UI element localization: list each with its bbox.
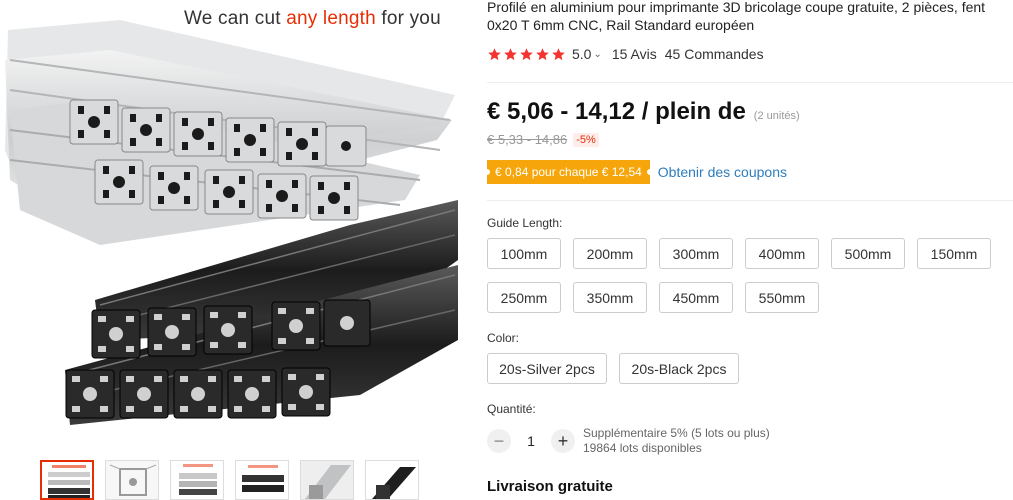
- product-title-line-1: Profilé en aluminium pour imprimante 3D …: [487, 0, 986, 15]
- divider: [487, 200, 1013, 201]
- rating-row: 5.0 ⌄ 15 Avis 45 Commandes: [487, 46, 764, 62]
- quantity-minus-button[interactable]: −: [487, 429, 511, 453]
- color-label: Color:: [487, 331, 520, 345]
- rating-score[interactable]: 5.0: [572, 46, 591, 62]
- rating-stars[interactable]: [487, 47, 566, 62]
- color-option-silver[interactable]: 20s-Silver 2pcs: [487, 353, 607, 384]
- thumbnail-4[interactable]: [235, 460, 289, 500]
- guide-length-option-150mm[interactable]: 150mm: [917, 238, 991, 269]
- color-option-black[interactable]: 20s-Black 2pcs: [619, 353, 739, 384]
- chevron-down-icon[interactable]: ⌄: [593, 49, 601, 60]
- guide-length-option-200mm[interactable]: 200mm: [573, 238, 647, 269]
- orders-count: 45 Commandes: [664, 46, 764, 62]
- product-main-image[interactable]: We can cut any length for you: [0, 0, 466, 455]
- guide-length-option-100mm[interactable]: 100mm: [487, 238, 561, 269]
- guide-length-option-550mm[interactable]: 550mm: [745, 282, 819, 313]
- product-title-line-2: 0x20 T 6mm CNC, Rail Standard européen: [487, 17, 755, 33]
- banner-prefix: We can cut: [184, 8, 287, 29]
- thumbnail-5[interactable]: [300, 460, 354, 500]
- coupon-badge[interactable]: € 0,84 pour chaque € 12,54: [484, 160, 653, 184]
- star-icon: [520, 47, 533, 60]
- bulk-discount-note: Supplémentaire 5% (5 lots ou plus): [583, 426, 770, 440]
- guide-length-option-250mm[interactable]: 250mm: [487, 282, 561, 313]
- price-unit-note: (2 unités): [753, 110, 800, 122]
- discount-badge: -5%: [573, 132, 599, 147]
- quantity-stepper: − 1 + Supplémentaire 5% (5 lots ou plus)…: [487, 426, 770, 456]
- thumbnail-1[interactable]: [40, 460, 94, 500]
- thumbnail-strip: [40, 460, 419, 500]
- divider: [487, 82, 1013, 83]
- reviews-link[interactable]: 15 Avis: [612, 46, 657, 62]
- original-price-row: € 5,33 - 14,86 -5%: [487, 132, 599, 147]
- quantity-info: Supplémentaire 5% (5 lots ou plus) 19864…: [583, 426, 770, 456]
- image-banner-text: We can cut any length for you: [184, 8, 441, 30]
- guide-length-label: Guide Length:: [487, 216, 563, 230]
- banner-suffix: for you: [375, 8, 441, 29]
- guide-length-option-450mm[interactable]: 450mm: [659, 282, 733, 313]
- quantity-input[interactable]: 1: [517, 433, 545, 449]
- free-shipping-label: Livraison gratuite: [487, 478, 613, 495]
- guide-length-option-400mm[interactable]: 400mm: [745, 238, 819, 269]
- price-main: € 5,06 - 14,12 / plein de: [487, 98, 746, 125]
- guide-length-option-350mm[interactable]: 350mm: [573, 282, 647, 313]
- thumbnail-3[interactable]: [170, 460, 224, 500]
- star-icon: [536, 47, 549, 60]
- price-row: € 5,06 - 14,12 / plein de (2 unités): [487, 98, 800, 126]
- quantity-plus-button[interactable]: +: [551, 429, 575, 453]
- stock-available: 19864 lots disponibles: [583, 441, 702, 455]
- banner-highlight: any length: [286, 8, 376, 29]
- guide-length-option-300mm[interactable]: 300mm: [659, 238, 733, 269]
- star-icon: [552, 47, 565, 60]
- product-title: Profilé en aluminium pour imprimante 3D …: [487, 0, 1013, 34]
- star-icon: [504, 47, 517, 60]
- guide-length-option-500mm[interactable]: 500mm: [831, 238, 905, 269]
- quantity-label: Quantité:: [487, 402, 536, 416]
- original-price: € 5,33 - 14,86: [487, 132, 568, 147]
- get-coupons-link[interactable]: Obtenir des coupons: [658, 164, 787, 180]
- thumbnail-6[interactable]: [365, 460, 419, 500]
- coupon-row: € 0,84 pour chaque € 12,54 Obtenir des c…: [484, 160, 787, 184]
- star-icon: [488, 47, 501, 60]
- aluminium-profile-photo: [5, 20, 458, 425]
- thumbnail-2[interactable]: [105, 460, 159, 500]
